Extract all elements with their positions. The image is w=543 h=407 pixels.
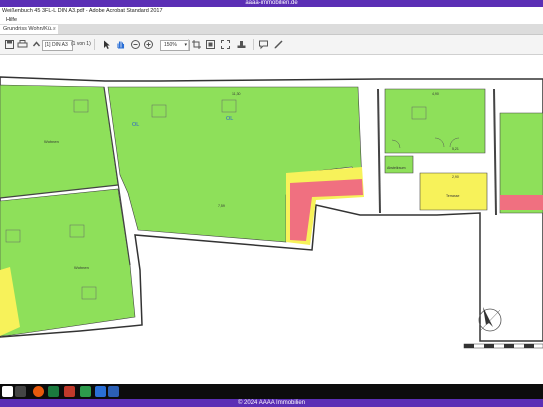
zoom-level-dropdown[interactable]: 150% ▾	[160, 40, 190, 51]
document-tab-bar: Grundriss Wohn/Kü... ×	[0, 24, 543, 35]
scale-bar	[463, 343, 543, 349]
toolbar-divider	[253, 39, 254, 50]
room-label: Wohnen	[74, 265, 89, 270]
crop-icon[interactable]	[191, 39, 202, 50]
excel-icon[interactable]	[48, 386, 59, 397]
fit-page-icon[interactable]	[205, 39, 216, 50]
save-icon[interactable]	[4, 39, 15, 50]
stamp-icon[interactable]	[236, 39, 247, 50]
start-icon[interactable]	[2, 386, 13, 397]
room-abstellraum	[384, 155, 414, 174]
room-label: OL	[132, 122, 139, 128]
highlight-red-right	[500, 195, 543, 210]
floor-plan: Wohnen OL OL Wohnen Abstellraum Terrasse…	[0, 76, 543, 349]
room-wohnkueche	[107, 86, 363, 243]
pen-icon[interactable]	[273, 39, 284, 50]
room-label: Terrasse	[446, 194, 459, 198]
dimension-label: 5,21	[452, 147, 459, 151]
dimension-label: 11,30	[232, 92, 241, 96]
hand-tool-icon[interactable]	[115, 39, 126, 50]
document-tab[interactable]: Grundriss Wohn/Kü... ×	[0, 25, 58, 34]
page-up-icon[interactable]	[31, 39, 42, 50]
toolbar-divider	[94, 39, 95, 50]
zoom-level-value: 150%	[164, 42, 177, 48]
page-number-input[interactable]: [1] DIN A3	[42, 40, 73, 51]
toolbar: [1] DIN A3 (1 von 1) 150% ▾	[0, 35, 543, 55]
copyright-banner: © 2024 AAAA Immobilien	[0, 399, 543, 407]
zoom-in-icon[interactable]	[143, 39, 154, 50]
room-wohnen-lower-left	[0, 188, 136, 337]
pdf-document-view[interactable]: Wohnen OL OL Wohnen Abstellraum Terrasse…	[0, 55, 543, 384]
full-screen-icon[interactable]	[220, 39, 231, 50]
select-cursor-icon[interactable]	[101, 39, 112, 50]
tab-label: Grundriss Wohn/Kü...	[3, 26, 56, 32]
windows-taskbar	[0, 384, 543, 399]
app-icon[interactable]	[80, 386, 91, 397]
menu-item-help[interactable]: Hilfe	[6, 17, 17, 23]
toolbar-divider	[188, 39, 189, 50]
close-icon[interactable]: ×	[53, 25, 56, 34]
browser-icon[interactable]	[33, 386, 44, 397]
menu-bar: Hilfe	[0, 16, 543, 24]
zoom-out-icon[interactable]	[130, 39, 141, 50]
comment-icon[interactable]	[258, 39, 269, 50]
page-count: (1 von 1)	[71, 41, 91, 47]
window-title: Weißenbuch 45 3FL-L DIN A3.pdf - Adobe A…	[0, 7, 543, 16]
chevron-down-icon: ▾	[184, 42, 187, 48]
room-label: Wohnen	[44, 139, 59, 144]
print-icon[interactable]	[17, 39, 28, 50]
room-wohnen-right	[384, 88, 486, 154]
room-label: Abstellraum	[387, 166, 406, 170]
app-icon[interactable]	[64, 386, 75, 397]
search-icon[interactable]	[15, 386, 26, 397]
room-wohnen-left	[0, 84, 119, 199]
room-label: OL	[226, 116, 233, 122]
app-icon[interactable]	[95, 386, 106, 397]
dimension-label: 2,90	[452, 175, 459, 179]
app-icon[interactable]	[108, 386, 119, 397]
site-banner: aaaa-immobilien.de	[0, 0, 543, 7]
dimension-label: 4,90	[432, 92, 439, 96]
dimension-label: 7,59	[218, 204, 225, 208]
